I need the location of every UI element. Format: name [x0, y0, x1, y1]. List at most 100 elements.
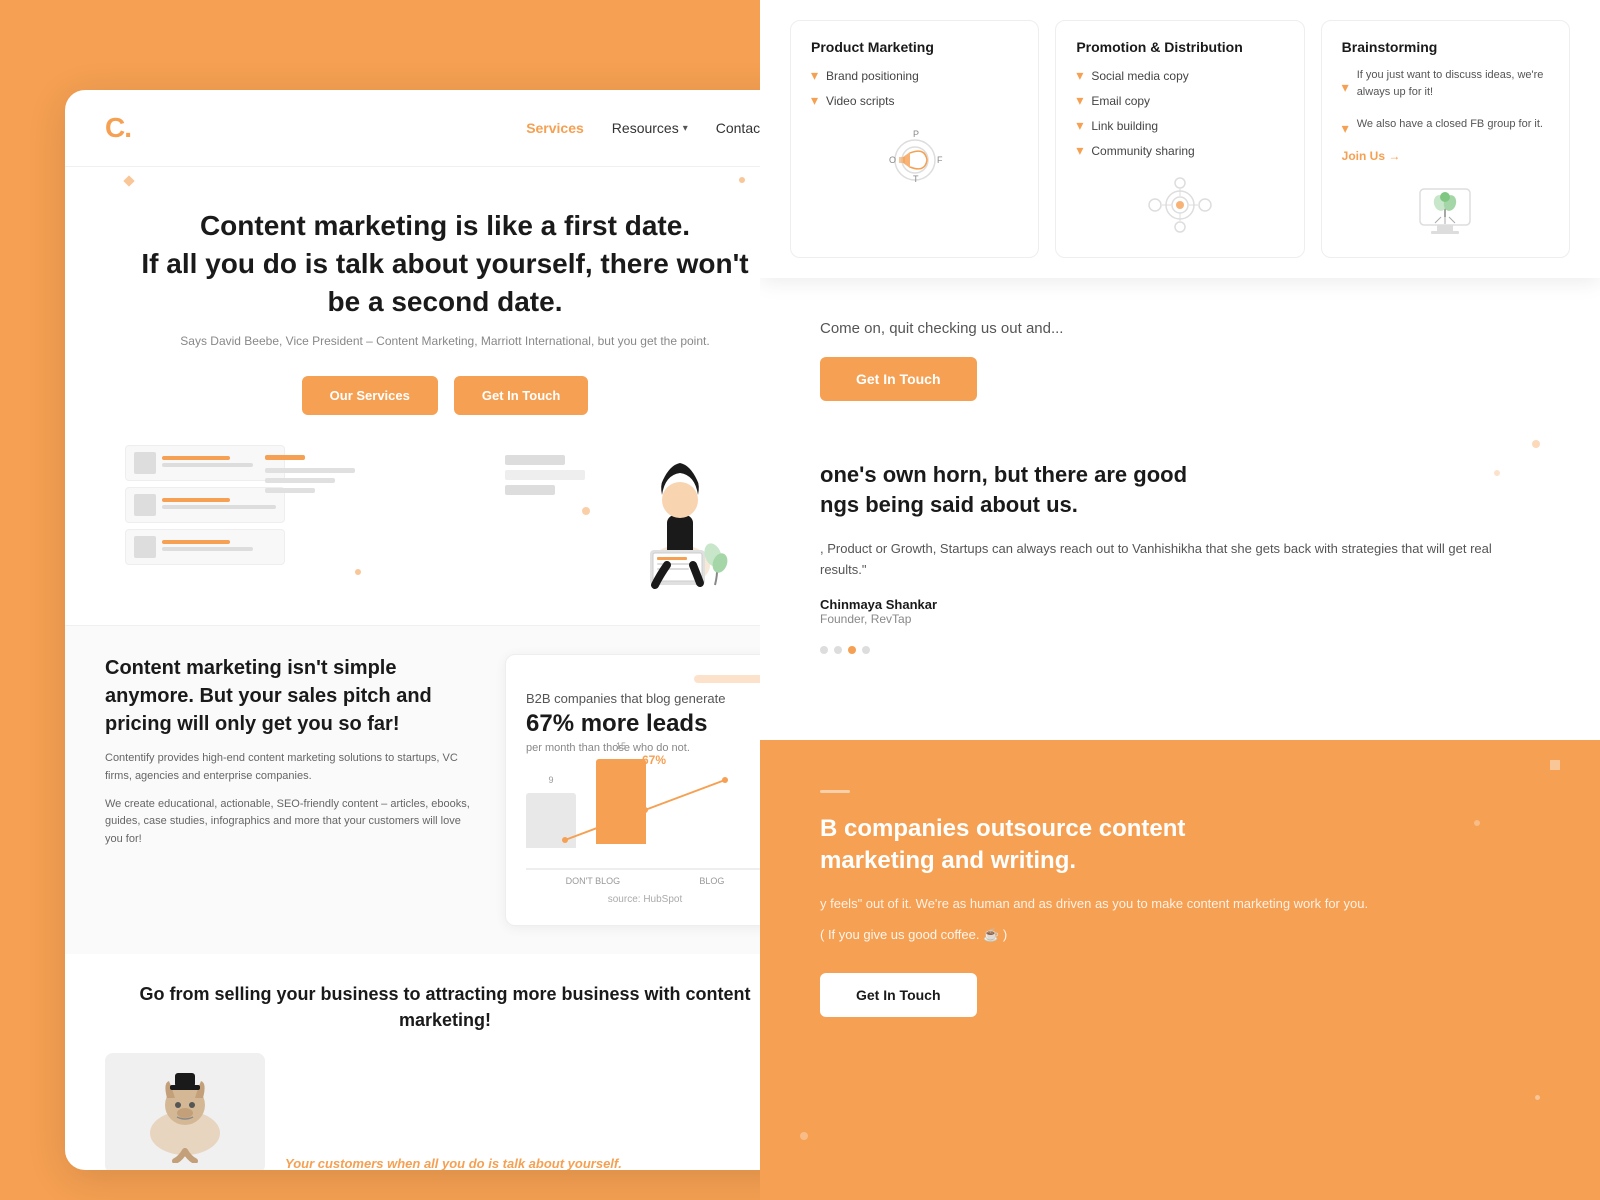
mock-lines	[162, 498, 276, 512]
chart-deco	[694, 675, 764, 683]
svg-text:O: O	[889, 155, 896, 165]
chevron-down-icon: ▾	[683, 123, 688, 134]
bullet-icon: ▾	[1342, 79, 1349, 96]
service-item: ▾ Community sharing	[1076, 142, 1283, 159]
navbar: C. Services Resources ▾ Contact Us	[65, 90, 825, 167]
logo: C.	[105, 112, 131, 144]
dots-row	[820, 646, 1540, 654]
right-panel: Product Marketing ▾ Brand positioning ▾ …	[760, 0, 1600, 1200]
content-section: Content marketing isn't simple anymore. …	[65, 625, 825, 954]
service-item: ▾ Social media copy	[1076, 67, 1283, 84]
service-text: Email copy	[1091, 94, 1150, 108]
bottom-title: Go from selling your business to attract…	[105, 982, 785, 1032]
dot-indicator	[862, 646, 870, 654]
percentage-label: 67%	[642, 753, 666, 767]
testimonials-section: one's own horn, but there are good ngs b…	[760, 430, 1600, 684]
mock-card-1	[125, 445, 285, 481]
hero-section: Content marketing is like a first date. …	[65, 167, 825, 625]
brainstorm-item-2: ▾ We also have a closed FB group for it.	[1342, 116, 1549, 141]
chart-highlight: 67% more leads	[526, 710, 764, 738]
chart-source: source: HubSpot	[526, 894, 764, 905]
bullet-icon: ▾	[1076, 67, 1083, 84]
bullet-icon: ▾	[811, 67, 818, 84]
content-left: Content marketing isn't simple anymore. …	[105, 654, 475, 926]
deco-dot	[739, 177, 745, 183]
product-marketing-card: Product Marketing ▾ Brand positioning ▾ …	[790, 20, 1039, 258]
svg-text:P: P	[913, 129, 919, 139]
hero-buttons: Our Services Get In Touch	[105, 376, 785, 415]
dog-illustration	[105, 1053, 265, 1170]
bottom-illustration: Your customers when all you do is talk a…	[105, 1053, 785, 1170]
get-in-touch-button[interactable]: Get In Touch	[454, 376, 588, 415]
deco-dot	[800, 1132, 808, 1140]
product-marketing-title: Product Marketing	[811, 39, 1018, 55]
mock-lines	[162, 456, 276, 470]
brainstorm-item-1: ▾ If you just want to discuss ideas, we'…	[1342, 67, 1549, 108]
mockup-cards	[125, 445, 285, 571]
chart-card: B2B companies that blog generate 67% mor…	[505, 654, 785, 926]
nav-links: Services Resources ▾ Contact Us	[526, 120, 785, 136]
mock-lines	[162, 540, 276, 554]
service-item: ▾ Link building	[1076, 117, 1283, 134]
testimonials-title: one's own horn, but there are good ngs b…	[820, 460, 1540, 519]
hero-illustration	[125, 435, 765, 595]
orange-get-in-touch-button[interactable]: Get In Touch	[820, 973, 977, 1017]
mock-thumb	[134, 536, 156, 558]
deco-dot	[1535, 1095, 1540, 1100]
mockup-middle	[265, 455, 365, 498]
deco-right-blocks	[505, 455, 585, 495]
orange-title: B companies outsource content marketing …	[820, 813, 1540, 878]
service-item: ▾ Brand positioning	[811, 67, 1018, 84]
chart-title: B2B companies that blog generate	[526, 691, 764, 706]
content-title: Content marketing isn't simple anymore. …	[105, 654, 475, 738]
mock-thumb	[134, 494, 156, 516]
promotion-card: Promotion & Distribution ▾ Social media …	[1055, 20, 1304, 258]
testimonial-author: Chinmaya Shankar	[820, 597, 1540, 612]
brainstorming-icon	[1342, 179, 1549, 239]
community-sharing-text: Community sharing	[1091, 144, 1194, 158]
service-item: ▾ Email copy	[1076, 92, 1283, 109]
bullet-icon: ▾	[1076, 117, 1083, 134]
right-get-in-touch-button[interactable]: Get In Touch	[820, 357, 977, 401]
hero-subtitle: Says David Beebe, Vice President – Conte…	[105, 334, 785, 348]
brainstorm-desc-1: If you just want to discuss ideas, we're…	[1357, 67, 1549, 100]
mock-card-3	[125, 529, 285, 565]
girl-illustration	[615, 445, 735, 595]
deco-line-top	[820, 735, 855, 739]
testimonial-role: Founder, RevTap	[820, 612, 1540, 626]
callout-text: Your customers when all you do is talk a…	[285, 1155, 785, 1170]
mock-card-2	[125, 487, 285, 523]
promotion-icon	[1076, 175, 1283, 235]
bottom-section: Go from selling your business to attract…	[65, 954, 825, 1170]
mock-thumb	[134, 452, 156, 474]
bottom-callout: Your customers when all you do is talk a…	[285, 1155, 785, 1170]
join-us-link[interactable]: Join Us →	[1342, 149, 1549, 163]
dot-indicator	[820, 646, 828, 654]
nav-services[interactable]: Services	[526, 120, 584, 136]
service-text: Video scripts	[826, 94, 894, 108]
brainstorming-card: Brainstorming ▾ If you just want to disc…	[1321, 20, 1570, 258]
svg-text:T: T	[913, 174, 919, 184]
bar-chart: 9 15 67%	[526, 770, 764, 870]
testimonial-quote: , Product or Growth, Startups can always…	[820, 539, 1540, 581]
product-marketing-icon: P F T O	[811, 125, 1018, 185]
bullet-icon: ▾	[1076, 92, 1083, 109]
dot-indicator-active	[848, 646, 856, 654]
services-dropdown: Product Marketing ▾ Brand positioning ▾ …	[760, 0, 1600, 278]
nav-resources[interactable]: Resources ▾	[612, 120, 688, 136]
deco-line	[820, 790, 850, 793]
svg-text:F: F	[937, 155, 943, 165]
deco-dot	[1474, 820, 1480, 826]
brainstorming-title: Brainstorming	[1342, 39, 1549, 55]
content-grid: Content marketing isn't simple anymore. …	[105, 654, 785, 926]
orange-bottom-section: B companies outsource content marketing …	[760, 740, 1600, 1200]
hero-title: Content marketing is like a first date. …	[105, 207, 785, 320]
deco-dot	[1550, 760, 1560, 770]
dot-indicator	[834, 646, 842, 654]
page-wrapper: C. Services Resources ▾ Contact Us Conte…	[0, 0, 1600, 1200]
bullet-icon: ▾	[1342, 120, 1349, 137]
our-services-button[interactable]: Our Services	[302, 376, 438, 415]
bar-labels: DON'T BLOG BLOG	[526, 876, 764, 886]
orange-coffee: ( If you give us good coffee. ☕️ )	[820, 927, 1540, 943]
service-item: ▾ Video scripts	[811, 92, 1018, 109]
